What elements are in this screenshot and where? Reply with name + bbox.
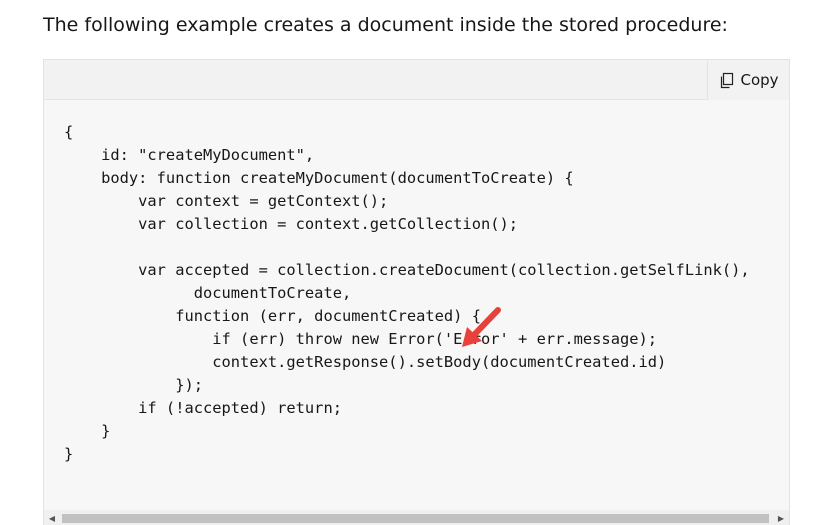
code-line: context.getResponse().setBody(documentCr…	[64, 353, 667, 371]
code-line: if (!accepted) return;	[64, 399, 342, 417]
code-block: Copy { id: "createMyDocument", body: fun…	[43, 59, 790, 525]
code-line: if (err) throw new Error('Error' + err.m…	[64, 330, 658, 348]
code-line: var collection = context.getCollection()…	[64, 215, 519, 233]
code-line: documentToCreate,	[64, 284, 352, 302]
scroll-right-arrow-icon[interactable]: ▶	[773, 510, 789, 525]
scrollbar-thumb[interactable]	[62, 514, 769, 523]
scroll-left-arrow-icon[interactable]: ◀	[44, 510, 60, 525]
code-content: { id: "createMyDocument", body: function…	[64, 121, 750, 466]
code-header: Copy	[44, 60, 789, 100]
horizontal-scrollbar[interactable]: ◀ ▶	[44, 510, 789, 525]
intro-text: The following example creates a document…	[43, 14, 728, 36]
code-line: var context = getContext();	[64, 192, 389, 210]
code-line: });	[64, 376, 203, 394]
code-line: var accepted = collection.createDocument…	[64, 261, 750, 279]
code-line: body: function createMyDocument(document…	[64, 169, 574, 187]
copy-icon	[718, 72, 734, 89]
code-area[interactable]: { id: "createMyDocument", body: function…	[44, 100, 789, 510]
code-line: }	[64, 445, 74, 463]
code-line: }	[64, 422, 111, 440]
code-line: function (err, documentCreated) {	[64, 307, 481, 325]
annotation-arrow-icon	[462, 307, 501, 347]
code-line: id: "createMyDocument",	[64, 146, 315, 164]
copy-button-label: Copy	[740, 71, 779, 89]
copy-button[interactable]: Copy	[707, 60, 789, 100]
code-line: {	[64, 123, 74, 141]
